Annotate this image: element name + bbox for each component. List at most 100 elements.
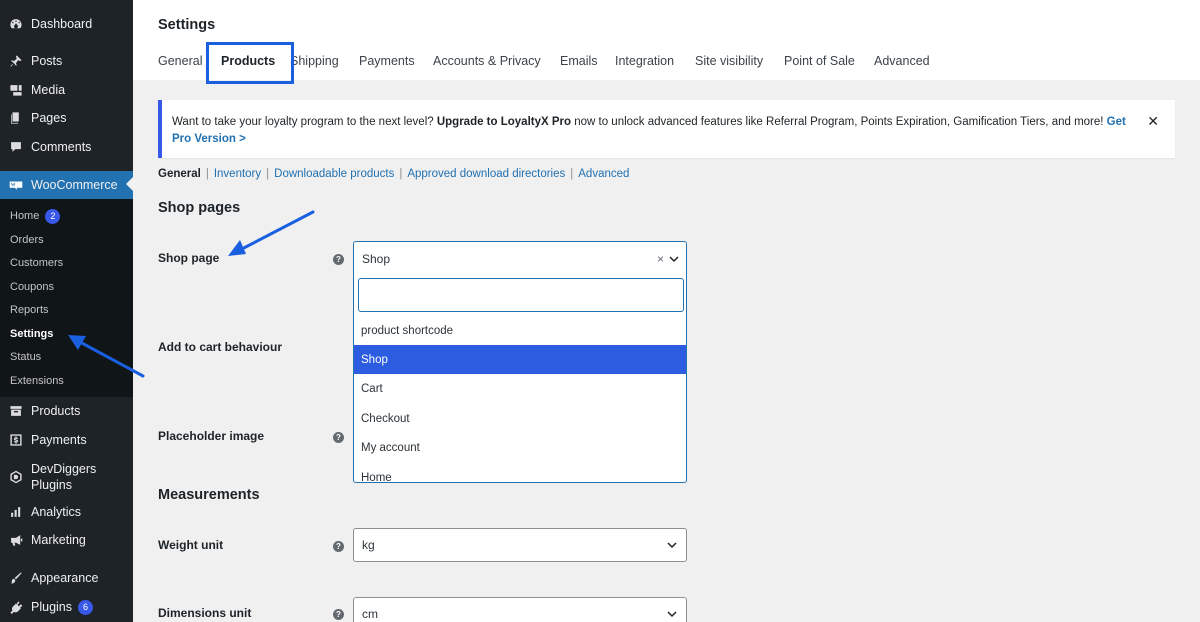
chevron-down-icon bbox=[666, 608, 678, 620]
sidebar-item-products[interactable]: Products bbox=[0, 398, 133, 424]
subnav-advanced[interactable]: Advanced bbox=[578, 168, 629, 180]
sidebar-item-label: Comments bbox=[31, 140, 92, 154]
shop-page-select-open[interactable]: Shop × product shortcode Shop Cart Check… bbox=[353, 241, 687, 483]
sidebar-item-devdiggers[interactable]: DevDiggers Plugins bbox=[0, 460, 133, 494]
notification-badge: 2 bbox=[45, 208, 61, 224]
option-product-shortcode[interactable]: product shortcode bbox=[354, 316, 686, 345]
tab-point-of-sale[interactable]: Point of Sale bbox=[784, 54, 855, 68]
tab-site-visibility[interactable]: Site visibility bbox=[695, 54, 763, 68]
dropdown-search-input[interactable] bbox=[358, 278, 684, 312]
sidebar-item-posts[interactable]: Posts bbox=[0, 48, 133, 74]
section-subnav: General | Inventory | Downloadable products |… bbox=[158, 168, 630, 180]
weight-unit-select[interactable]: kg bbox=[353, 528, 687, 562]
comment-icon bbox=[9, 140, 23, 154]
dashboard-icon bbox=[9, 17, 23, 31]
submenu-item-status[interactable]: Status bbox=[10, 349, 41, 365]
tab-emails[interactable]: Emails bbox=[560, 54, 598, 68]
chevron-down-icon bbox=[666, 539, 678, 551]
chart-bar-icon bbox=[9, 505, 23, 519]
media-icon bbox=[9, 83, 23, 97]
sidebar-item-label: Pages bbox=[31, 111, 67, 125]
sidebar-item-analytics[interactable]: Analytics bbox=[0, 499, 133, 525]
tab-accounts-privacy[interactable]: Accounts & Privacy bbox=[433, 54, 541, 68]
tab-shipping[interactable]: Shipping bbox=[290, 54, 339, 68]
sidebar-item-pages[interactable]: Pages bbox=[0, 105, 133, 131]
shop-page-current-value: Shop bbox=[362, 252, 391, 266]
submenu-item-extensions[interactable]: Extensions bbox=[10, 373, 64, 389]
tab-integration[interactable]: Integration bbox=[615, 54, 674, 68]
tab-highlight-annotation bbox=[206, 42, 294, 84]
dismiss-notice-button[interactable]: ✕ bbox=[1147, 113, 1159, 130]
option-my-account[interactable]: My account bbox=[354, 433, 686, 462]
sidebar-item-label: Appearance bbox=[31, 571, 99, 585]
option-cart[interactable]: Cart bbox=[354, 374, 686, 403]
submenu-item-home[interactable]: Home 2 bbox=[10, 208, 61, 224]
subnav-general[interactable]: General bbox=[158, 168, 201, 180]
submenu-item-orders[interactable]: Orders bbox=[10, 232, 44, 248]
sidebar-item-label: WooCommerce bbox=[31, 178, 118, 192]
dimensions-unit-value: cm bbox=[362, 607, 378, 621]
sidebar-item-comments[interactable]: Comments bbox=[0, 134, 133, 160]
submenu-item-coupons[interactable]: Coupons bbox=[10, 279, 54, 295]
page-title: Settings bbox=[158, 17, 216, 33]
sidebar-item-label: Plugins bbox=[31, 600, 72, 614]
upgrade-notice: Want to take your loyalty program to the… bbox=[158, 100, 1175, 158]
measurements-heading: Measurements bbox=[158, 487, 260, 503]
pages-icon bbox=[9, 111, 23, 125]
sidebar-item-label: Posts bbox=[31, 54, 63, 68]
settings-header: Settings General Products Shipping Payme… bbox=[133, 0, 1200, 84]
subnav-downloadable-products[interactable]: Downloadable products bbox=[274, 168, 394, 180]
sidebar-item-media[interactable]: Media bbox=[0, 77, 133, 103]
sidebar-item-woocommerce[interactable]: WooCommerce bbox=[0, 171, 133, 199]
notification-badge: 6 bbox=[78, 599, 93, 615]
placeholder-image-label: Placeholder image bbox=[158, 429, 265, 443]
tab-general[interactable]: General bbox=[158, 54, 202, 68]
submenu-item-settings[interactable]: Settings bbox=[10, 326, 53, 342]
tab-payments[interactable]: Payments bbox=[359, 54, 415, 68]
help-icon[interactable]: ? bbox=[333, 541, 344, 552]
subnav-approved-download-directories[interactable]: Approved download directories bbox=[407, 168, 565, 180]
pin-icon bbox=[9, 54, 23, 68]
megaphone-icon bbox=[9, 533, 23, 547]
payments-icon bbox=[9, 433, 23, 447]
help-icon[interactable]: ? bbox=[333, 432, 344, 443]
woocommerce-icon bbox=[9, 178, 23, 192]
devdiggers-icon bbox=[9, 470, 23, 484]
subnav-inventory[interactable]: Inventory bbox=[214, 168, 261, 180]
plugin-icon bbox=[9, 600, 23, 614]
help-icon[interactable]: ? bbox=[333, 254, 344, 265]
sidebar-item-marketing[interactable]: Marketing bbox=[0, 527, 133, 553]
help-icon[interactable]: ? bbox=[333, 609, 344, 620]
dimensions-unit-label: Dimensions unit bbox=[158, 606, 252, 620]
woocommerce-submenu: Home 2 Orders Customers Coupons Reports … bbox=[0, 199, 133, 397]
shop-page-label: Shop page bbox=[158, 251, 220, 265]
option-shop[interactable]: Shop bbox=[354, 345, 686, 374]
sidebar-item-appearance[interactable]: Appearance bbox=[0, 565, 133, 591]
option-checkout[interactable]: Checkout bbox=[354, 404, 686, 433]
sidebar-item-label: Products bbox=[31, 404, 81, 418]
weight-unit-label: Weight unit bbox=[158, 538, 224, 552]
archive-icon bbox=[9, 404, 23, 418]
sidebar-item-label: Payments bbox=[31, 433, 87, 447]
clear-selection-icon[interactable]: × bbox=[657, 252, 664, 266]
submenu-item-reports[interactable]: Reports bbox=[10, 302, 49, 318]
dimensions-unit-select[interactable]: cm bbox=[353, 597, 687, 622]
notice-text: Want to take your loyalty program to the… bbox=[172, 116, 1126, 145]
shop-pages-heading: Shop pages bbox=[158, 200, 241, 216]
sidebar-item-label: DevDiggers Plugins bbox=[31, 462, 97, 492]
arrow-to-shop-page bbox=[228, 210, 315, 256]
sidebar-item-label: Media bbox=[31, 83, 66, 97]
brush-icon bbox=[9, 571, 23, 585]
submenu-item-customers[interactable]: Customers bbox=[10, 255, 63, 271]
tab-advanced[interactable]: Advanced bbox=[874, 54, 930, 68]
admin-sidebar: Dashboard Posts Media Pages Comments Woo… bbox=[0, 0, 133, 622]
sidebar-item-label: Marketing bbox=[31, 533, 86, 547]
sidebar-item-label: Analytics bbox=[31, 505, 82, 519]
chevron-down-icon[interactable] bbox=[668, 253, 680, 265]
weight-unit-value: kg bbox=[362, 538, 375, 552]
sidebar-item-plugins[interactable]: Plugins 6 bbox=[0, 594, 133, 620]
sidebar-item-dashboard[interactable]: Dashboard bbox=[0, 11, 133, 37]
option-home[interactable]: Home bbox=[354, 463, 686, 483]
sidebar-item-label: Dashboard bbox=[31, 17, 93, 31]
sidebar-item-payments[interactable]: Payments bbox=[0, 427, 133, 453]
